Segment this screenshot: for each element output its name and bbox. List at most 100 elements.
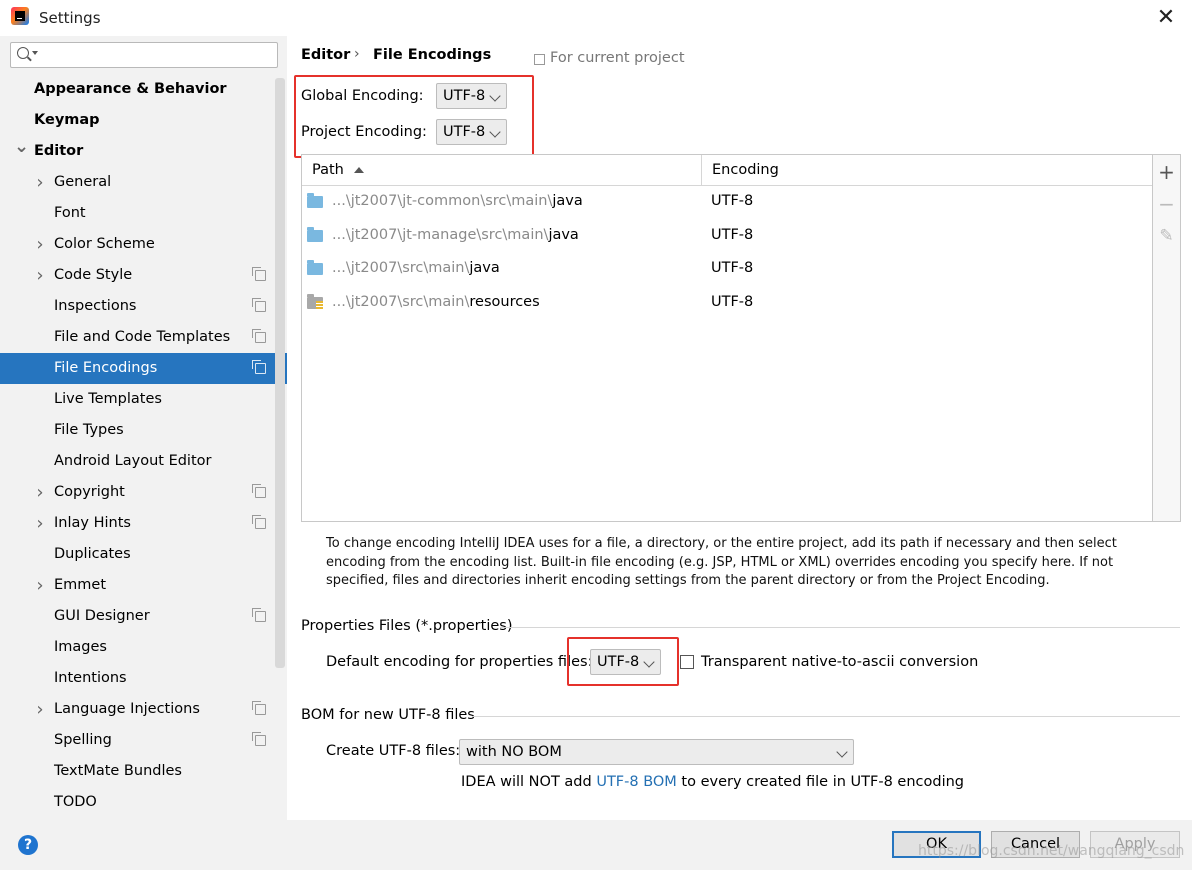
sort-ascending-icon <box>354 167 364 173</box>
window-title: Settings <box>39 9 101 27</box>
sidebar-item[interactable]: Images <box>0 632 287 663</box>
sidebar-item-label: Android Layout Editor <box>54 453 212 469</box>
bom-note-before: IDEA will NOT add <box>461 774 597 790</box>
sidebar-item[interactable]: Intentions <box>0 663 287 694</box>
chevron-right-icon[interactable]: › <box>34 229 46 260</box>
bom-note-after: to every created file in UTF-8 encoding <box>676 774 964 790</box>
sidebar-item[interactable]: TextMate Bundles <box>0 756 287 787</box>
path-leaf: java <box>552 193 583 209</box>
properties-encoding-value: UTF-8 <box>597 654 640 670</box>
bom-mode-select[interactable]: with NO BOM <box>459 739 854 765</box>
sidebar-item-label: Color Scheme <box>54 236 155 252</box>
search-options-dropdown-icon[interactable] <box>32 51 38 55</box>
sidebar-item-label: Duplicates <box>54 546 131 562</box>
breadcrumb-parent[interactable]: Editor <box>301 47 350 63</box>
sidebar-item-label: File Encodings <box>54 360 158 376</box>
path-leaf: java <box>548 226 579 243</box>
chevron-right-icon[interactable]: › <box>34 694 46 725</box>
chevron-right-icon[interactable]: › <box>34 260 46 291</box>
properties-section-title: Properties Files (*.properties) <box>301 618 513 634</box>
native-to-ascii-checkbox[interactable] <box>680 655 694 669</box>
column-header-encoding[interactable]: Encoding <box>702 155 1152 186</box>
table-row[interactable]: ...\jt2007\jt-common\src\main\java UTF-8 <box>302 186 1152 219</box>
chevron-right-icon[interactable]: › <box>34 570 46 601</box>
chevron-right-icon[interactable]: › <box>34 508 46 539</box>
sidebar-item-label: Editor <box>34 143 84 159</box>
sidebar-item[interactable]: › Language Injections <box>0 694 287 725</box>
cancel-button[interactable]: Cancel <box>991 831 1080 858</box>
sidebar-item[interactable]: File Encodings <box>0 353 287 384</box>
sidebar-item[interactable]: › Emmet <box>0 570 287 601</box>
settings-search-input[interactable] <box>10 42 278 68</box>
chevron-down-icon[interactable]: ⌄ <box>14 136 29 158</box>
add-path-button[interactable]: + <box>1153 157 1180 187</box>
table-row[interactable]: ...\jt2007\src\main\java UTF-8 <box>302 253 1152 286</box>
remove-path-button[interactable]: − <box>1153 189 1180 219</box>
chevron-right-icon[interactable]: › <box>34 167 46 198</box>
help-button[interactable]: ? <box>18 835 38 855</box>
sidebar-item[interactable]: Font <box>0 198 287 229</box>
column-header-path[interactable]: Path <box>302 155 702 186</box>
sidebar-item[interactable]: Inspections <box>0 291 287 322</box>
sidebar-item-label: Keymap <box>34 112 100 128</box>
sidebar-item[interactable]: › Copyright <box>0 477 287 508</box>
project-encoding-select[interactable]: UTF-8 <box>436 119 507 145</box>
sidebar-item[interactable]: Keymap <box>0 105 287 136</box>
table-row[interactable]: ...\jt2007\jt-manage\src\main\java UTF-8 <box>302 220 1152 253</box>
path-cell: ...\jt2007\jt-common\src\main\java <box>332 193 583 209</box>
bom-section-title: BOM for new UTF-8 files <box>301 707 475 723</box>
utf8-bom-link[interactable]: UTF-8 BOM <box>596 774 677 790</box>
properties-encoding-select[interactable]: UTF-8 <box>590 649 661 675</box>
encoding-cell[interactable]: UTF-8 <box>711 227 753 243</box>
project-scope-icon <box>252 608 266 622</box>
sidebar-item[interactable]: Live Templates <box>0 384 287 415</box>
sidebar-item[interactable]: ⌄ Editor <box>0 136 287 167</box>
path-cell: ...\jt2007\jt-manage\src\main\java <box>332 227 579 243</box>
sidebar-item-label: File Types <box>54 422 124 438</box>
native-to-ascii-label[interactable]: Transparent native-to-ascii conversion <box>701 654 978 670</box>
ok-button[interactable]: OK <box>892 831 981 858</box>
folder-icon <box>307 260 323 275</box>
folder-icon <box>307 193 323 208</box>
global-encoding-value: UTF-8 <box>443 88 486 104</box>
table-row[interactable]: ...\jt2007\src\main\resources UTF-8 <box>302 287 1152 320</box>
project-scope-icon <box>252 267 266 281</box>
bom-section-divider <box>472 716 1180 717</box>
chevron-down-icon <box>643 656 655 668</box>
sidebar-item[interactable]: File and Code Templates <box>0 322 287 353</box>
column-header-encoding-label: Encoding <box>712 162 779 178</box>
chevron-down-icon <box>489 126 501 138</box>
sidebar-item[interactable]: File Types <box>0 415 287 446</box>
path-cell: ...\jt2007\src\main\resources <box>332 294 540 310</box>
path-prefix: ...\jt2007\jt-common\src\main\ <box>332 193 553 209</box>
sidebar-item-label: GUI Designer <box>54 608 150 624</box>
sidebar-scrollbar[interactable] <box>275 78 285 668</box>
sidebar-item[interactable]: Spelling <box>0 725 287 756</box>
project-encoding-label: Project Encoding: <box>301 124 427 140</box>
sidebar-item[interactable]: › Code Style <box>0 260 287 291</box>
bom-note: IDEA will NOT add UTF-8 BOM to every cre… <box>461 774 964 790</box>
sidebar-item[interactable]: › Color Scheme <box>0 229 287 260</box>
sidebar-item[interactable]: GUI Designer <box>0 601 287 632</box>
chevron-right-icon[interactable]: › <box>34 477 46 508</box>
encoding-cell[interactable]: UTF-8 <box>711 193 753 209</box>
apply-button[interactable]: Apply <box>1090 831 1180 858</box>
sidebar-item[interactable]: Duplicates <box>0 539 287 570</box>
sidebar-item[interactable]: TODO <box>0 787 287 818</box>
bom-mode-value: with NO BOM <box>466 744 562 760</box>
project-scope-icon <box>252 484 266 498</box>
sidebar-item[interactable]: Appearance & Behavior <box>0 74 287 105</box>
sidebar-item[interactable]: › Inlay Hints <box>0 508 287 539</box>
sidebar-item[interactable]: Android Layout Editor <box>0 446 287 477</box>
global-encoding-select[interactable]: UTF-8 <box>436 83 507 109</box>
project-encoding-value: UTF-8 <box>443 124 486 140</box>
project-scope-icon <box>252 329 266 343</box>
encoding-help-text: To change encoding IntelliJ IDEA uses fo… <box>326 536 1117 588</box>
sidebar-item-label: Images <box>54 639 107 655</box>
encoding-cell[interactable]: UTF-8 <box>711 260 753 276</box>
edit-path-button[interactable]: ✎ <box>1153 221 1180 251</box>
encoding-cell[interactable]: UTF-8 <box>711 294 753 310</box>
sidebar-item[interactable]: › General <box>0 167 287 198</box>
close-icon[interactable]: ✕ <box>1152 4 1180 30</box>
sidebar-item-label: Live Templates <box>54 391 162 407</box>
